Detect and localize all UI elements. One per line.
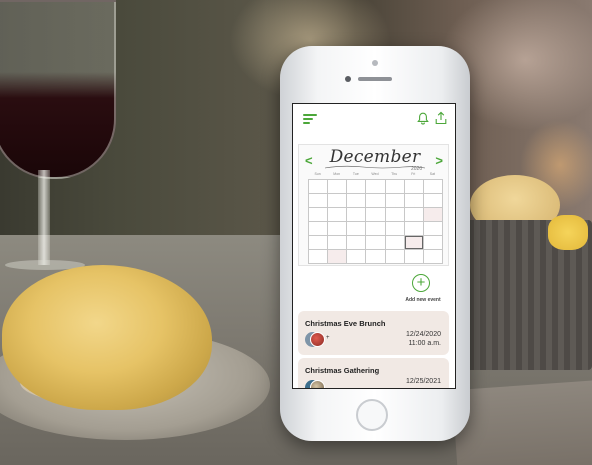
bell-icon[interactable]	[417, 112, 429, 125]
calendar-day-cell[interactable]	[385, 236, 405, 250]
calendar-day-cell[interactable]	[309, 250, 329, 264]
event-card[interactable]: Christmas Eve Brunch + 12/24/2020 11:00 …	[298, 311, 449, 355]
calendar-day-cell[interactable]	[366, 194, 386, 208]
month-calendar: < December 2020 > Sun Mon Tue Wed Thu Fr…	[298, 144, 449, 266]
share-upload-icon[interactable]	[435, 111, 447, 125]
bread-roll-small	[548, 215, 588, 250]
calendar-day-cell[interactable]	[404, 222, 424, 236]
calendar-day-cell[interactable]	[347, 250, 367, 264]
guest-avatars	[310, 380, 325, 388]
calendar-day-cell[interactable]	[366, 208, 386, 222]
calendar-day-cell[interactable]	[347, 194, 367, 208]
weekday-label: Sat	[429, 172, 436, 176]
guest-avatars	[310, 332, 325, 347]
calendar-day-cell[interactable]	[328, 250, 348, 264]
calendar-day-cell[interactable]	[347, 180, 367, 194]
calendar-day-cell[interactable]	[423, 222, 443, 236]
weekday-label: Fri	[411, 172, 416, 176]
weekday-label: Sun	[314, 172, 321, 176]
event-date: 12/25/2021	[405, 378, 441, 385]
event-card[interactable]: Christmas Gathering 12/25/2021	[298, 358, 449, 388]
calendar-day-cell[interactable]	[309, 222, 329, 236]
add-event-button[interactable]: +	[412, 274, 430, 292]
calendar-day-cell[interactable]	[328, 222, 348, 236]
calendar-day-cell[interactable]	[309, 194, 329, 208]
previous-month-button[interactable]: <	[305, 154, 313, 167]
hamburger-menu-icon[interactable]	[303, 114, 317, 124]
calendar-day-cell[interactable]	[404, 194, 424, 208]
smartphone: < December 2020 > Sun Mon Tue Wed Thu Fr…	[280, 46, 470, 441]
earpiece-speaker	[358, 77, 392, 81]
weekday-header: Sun Mon Tue Wed Thu Fri Sat	[308, 172, 442, 176]
calendar-day-cell[interactable]	[404, 250, 424, 264]
calendar-day-cell[interactable]	[309, 180, 329, 194]
calendar-day-cell[interactable]	[423, 250, 443, 264]
calendar-day-cell[interactable]	[385, 194, 405, 208]
napkin	[452, 379, 592, 465]
weekday-label: Wed	[371, 172, 379, 176]
calendar-day-cell[interactable]	[423, 208, 443, 222]
wine-glass-stem	[38, 170, 50, 265]
weekday-label: Thu	[391, 172, 398, 176]
calendar-day-cell[interactable]	[423, 180, 443, 194]
calendar-day-cell[interactable]	[347, 236, 367, 250]
calendar-day-cell[interactable]	[328, 180, 348, 194]
weekday-label: Mon	[333, 172, 341, 176]
cornbread-biscuit	[2, 265, 212, 410]
calendar-day-cell[interactable]	[423, 236, 443, 250]
calendar-day-cell[interactable]	[309, 208, 329, 222]
next-month-button[interactable]: >	[435, 154, 443, 167]
calendar-day-cell[interactable]	[366, 222, 386, 236]
more-guests-indicator: +	[326, 335, 330, 341]
app-top-bar	[293, 104, 455, 130]
calendar-day-cell[interactable]	[366, 236, 386, 250]
event-title: Christmas Eve Brunch	[305, 319, 386, 328]
calendar-day-cell[interactable]	[404, 180, 424, 194]
wine-glass-bowl	[0, 0, 116, 179]
event-date: 12/24/2020	[405, 331, 441, 338]
calendar-day-cell[interactable]	[404, 208, 424, 222]
weekday-label: Tue	[352, 172, 359, 176]
calendar-day-cell[interactable]	[328, 194, 348, 208]
calendar-day-cell[interactable]	[385, 208, 405, 222]
home-button[interactable]	[356, 399, 388, 431]
calendar-day-cell[interactable]	[328, 236, 348, 250]
calendar-day-cell[interactable]	[385, 250, 405, 264]
calendar-day-cell[interactable]	[328, 208, 348, 222]
app-screen: < December 2020 > Sun Mon Tue Wed Thu Fr…	[292, 103, 456, 389]
add-event-label: Add new event	[405, 297, 441, 303]
event-title: Christmas Gathering	[305, 366, 380, 375]
calendar-day-cell[interactable]	[347, 222, 367, 236]
camera-sensor	[372, 60, 378, 66]
calendar-day-cell[interactable]	[366, 250, 386, 264]
event-time: 11:00 a.m.	[408, 340, 441, 347]
calendar-day-cell[interactable]	[423, 194, 443, 208]
calendar-day-cell[interactable]	[385, 222, 405, 236]
front-camera	[345, 76, 351, 82]
calendar-day-cell[interactable]	[366, 180, 386, 194]
calendar-day-grid	[308, 179, 443, 264]
calendar-day-cell[interactable]	[347, 208, 367, 222]
calendar-day-cell[interactable]	[404, 236, 424, 250]
calendar-day-cell[interactable]	[309, 236, 329, 250]
calendar-day-cell[interactable]	[385, 180, 405, 194]
